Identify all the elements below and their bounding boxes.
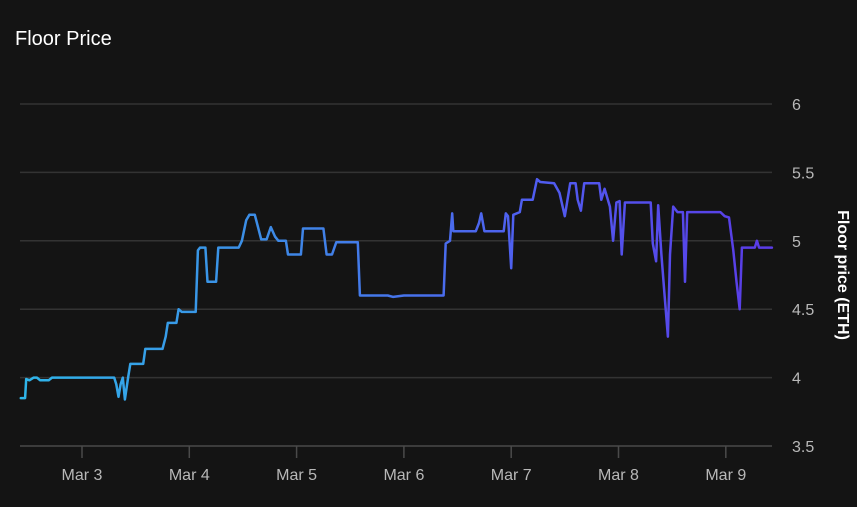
- y-tick-label: 5.5: [792, 165, 814, 182]
- y-tick-label: 3.5: [792, 439, 814, 456]
- y-tick-label: 6: [792, 97, 801, 114]
- x-tick-label: Mar 8: [598, 467, 639, 484]
- x-tick-label: Mar 4: [169, 467, 210, 484]
- x-tick-label: Mar 5: [276, 467, 317, 484]
- x-tick-label: Mar 6: [383, 467, 424, 484]
- y-axis: 3.5 4 4.5 5 5.5 6: [792, 97, 814, 456]
- y-axis-label: Floor price (ETH): [834, 210, 851, 340]
- y-tick-label: 4: [792, 371, 801, 388]
- x-tick-label: Mar 7: [491, 467, 532, 484]
- y-tick-label: 5: [792, 234, 801, 251]
- floor-price-chart: Mar 3 Mar 4 Mar 5 Mar 6 Mar 7 Mar 8 Mar 9 3.5 4…: [19, 97, 851, 484]
- y-tick-label: 4.5: [792, 302, 814, 319]
- x-tick-label: Mar 9: [705, 467, 746, 484]
- x-tick-label: Mar 3: [62, 467, 103, 484]
- x-axis: Mar 3 Mar 4 Mar 5 Mar 6 Mar 7 Mar 8 Mar 9: [62, 446, 746, 484]
- series-line-floor-price: [19, 177, 774, 401]
- grid-lines: [20, 103, 772, 447]
